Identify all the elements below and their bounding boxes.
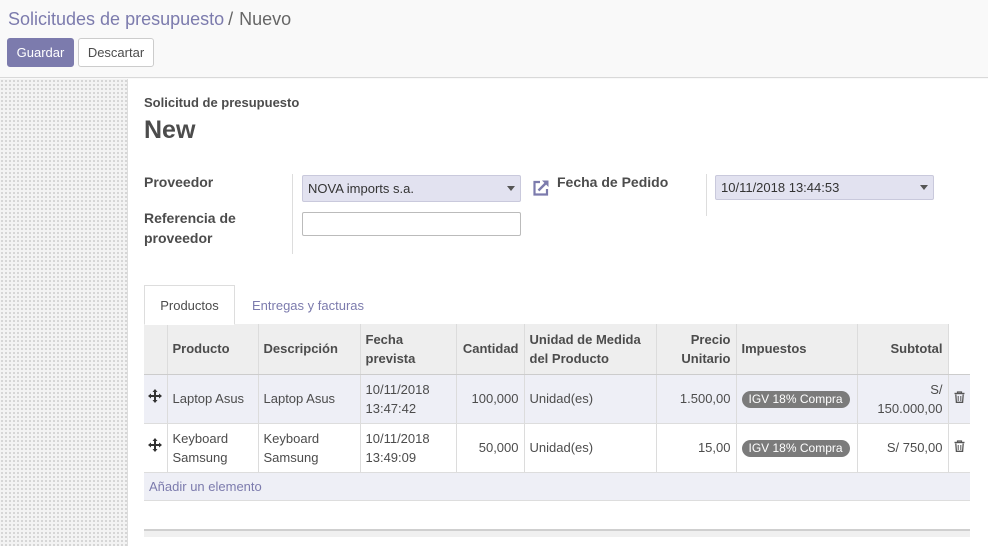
header-fecha-line1: Fecha xyxy=(365,331,404,347)
producto-line2: Samsung xyxy=(172,449,228,465)
header-descripcion[interactable]: Descripción xyxy=(258,324,361,375)
table-row[interactable]: Laptop Asus Laptop Asus 10/11/2018 13:47:… xyxy=(144,374,970,424)
field-separator xyxy=(292,174,293,254)
fecha-pedido-label: Fecha de Pedido xyxy=(557,174,669,190)
producto-line1: Laptop Asus xyxy=(172,391,245,406)
header-precio-line1: Precio xyxy=(690,331,731,347)
trash-header xyxy=(948,324,970,375)
add-line-link[interactable]: Añadir un elemento xyxy=(149,479,262,494)
header-subtotal[interactable]: Subtotal xyxy=(857,324,949,375)
proveedor-label: Proveedor xyxy=(144,174,214,190)
header-unidad[interactable]: Unidad de Medida del Producto xyxy=(524,324,657,375)
header-unidad-line2: del Producto xyxy=(529,350,609,366)
caret-down-icon[interactable] xyxy=(920,185,928,190)
order-lines-table: Producto Descripción Fecha prevista Canti… xyxy=(144,324,970,530)
form-title: New xyxy=(144,116,196,144)
proveedor-value: NOVA imports s.a. xyxy=(308,181,414,196)
cell-cantidad[interactable]: 50,000 xyxy=(456,423,525,473)
referencia-proveedor-input[interactable] xyxy=(302,212,521,236)
producto-line1: Keyboard xyxy=(172,430,229,446)
breadcrumb-current: Nuevo xyxy=(239,9,292,29)
delete-line[interactable] xyxy=(948,374,970,424)
breadcrumb-separator: / xyxy=(228,9,234,29)
empty-row xyxy=(144,500,970,530)
tab-productos[interactable]: Productos xyxy=(144,285,235,325)
cell-fecha-prevista[interactable]: 10/11/2018 13:47:42 xyxy=(360,374,457,424)
cell-subtotal: S/ 750,00 xyxy=(857,423,949,473)
form-title-label: Solicitud de presupuesto xyxy=(144,95,300,110)
horizontal-scrollbar[interactable] xyxy=(144,529,970,537)
drag-handle[interactable] xyxy=(144,423,168,473)
cell-precio-unitario[interactable]: 15,00 xyxy=(656,423,737,473)
field-separator xyxy=(706,174,707,216)
fecha-line2: 13:49:09 xyxy=(365,449,417,465)
cell-descripcion[interactable]: Keyboard Samsung xyxy=(258,423,361,473)
tax-badge: IGV 18% Compra xyxy=(741,440,850,457)
header-producto[interactable]: Producto xyxy=(167,324,259,375)
descripcion-line1: Keyboard xyxy=(263,430,320,446)
tab-entregas-facturas[interactable]: Entregas y facturas xyxy=(243,285,373,325)
fecha-pedido-picker[interactable]: 10/11/2018 13:44:53 xyxy=(715,175,934,200)
fecha-line1: 10/11/2018 xyxy=(365,430,430,446)
save-button[interactable]: Guardar xyxy=(7,38,74,67)
form-sheet: Solicitud de presupuesto New Proveedor R… xyxy=(127,79,988,546)
tax-badge: IGV 18% Compra xyxy=(741,391,850,408)
form-background xyxy=(0,79,127,546)
descripcion-line2: Samsung xyxy=(263,449,319,465)
referencia-label-line1: Referencia de xyxy=(144,210,236,226)
fecha-pedido-value: 10/11/2018 13:44:53 xyxy=(721,180,840,195)
breadcrumb-parent-link[interactable]: Solicitudes de presupuesto xyxy=(8,9,224,29)
header-impuestos[interactable]: Impuestos xyxy=(736,324,858,375)
cell-cantidad[interactable]: 100,000 xyxy=(456,374,525,424)
header-unidad-line1: Unidad de Medida xyxy=(529,331,641,347)
referencia-proveedor-label: Referencia de proveedor xyxy=(144,208,236,248)
control-panel: Solicitudes de presupuesto / Nuevo Guardar… xyxy=(0,0,988,78)
cell-subtotal: S/ 150.000,00 xyxy=(857,374,949,424)
cell-unidad[interactable]: Unidad(es) xyxy=(524,423,657,473)
header-fecha-line2: prevista xyxy=(365,350,416,366)
cell-descripcion[interactable]: Laptop Asus xyxy=(258,374,361,424)
cell-producto[interactable]: Laptop Asus xyxy=(167,374,259,424)
arrows-move-icon[interactable] xyxy=(148,389,163,403)
delete-line[interactable] xyxy=(948,423,970,473)
handle-header xyxy=(144,324,168,375)
cell-fecha-prevista[interactable]: 10/11/2018 13:49:09 xyxy=(360,423,457,473)
descripcion-line1: Laptop Asus xyxy=(263,391,336,406)
fecha-line1: 10/11/2018 xyxy=(365,381,430,397)
header-fecha-prevista[interactable]: Fecha prevista xyxy=(360,324,457,375)
proveedor-select[interactable]: NOVA imports s.a. xyxy=(302,175,521,202)
table-row[interactable]: Keyboard Samsung Keyboard Samsung 10/11/20… xyxy=(144,423,970,473)
trash-icon[interactable] xyxy=(954,391,965,403)
cell-producto[interactable]: Keyboard Samsung xyxy=(167,423,259,473)
fecha-line2: 13:47:42 xyxy=(365,400,417,416)
cell-impuestos[interactable]: IGV 18% Compra xyxy=(736,423,858,473)
header-precio-unitario[interactable]: Precio Unitario xyxy=(656,324,737,375)
external-link-icon[interactable] xyxy=(531,178,551,198)
cell-impuestos[interactable]: IGV 18% Compra xyxy=(736,374,858,424)
arrows-move-icon[interactable] xyxy=(148,438,163,452)
header-cantidad[interactable]: Cantidad xyxy=(456,324,525,375)
cell-precio-unitario[interactable]: 1.500,00 xyxy=(656,374,737,424)
cell-unidad[interactable]: Unidad(es) xyxy=(524,374,657,424)
caret-down-icon[interactable] xyxy=(507,186,515,191)
breadcrumb: Solicitudes de presupuesto / Nuevo xyxy=(8,9,291,30)
header-precio-line2: Unitario xyxy=(681,350,731,366)
trash-icon[interactable] xyxy=(954,440,965,452)
discard-button[interactable]: Descartar xyxy=(78,38,154,67)
drag-handle[interactable] xyxy=(144,374,168,424)
table-header-row: Producto Descripción Fecha prevista Canti… xyxy=(144,324,970,375)
referencia-label-line2: proveedor xyxy=(144,230,213,246)
add-line-row: Añadir un elemento xyxy=(144,472,970,501)
